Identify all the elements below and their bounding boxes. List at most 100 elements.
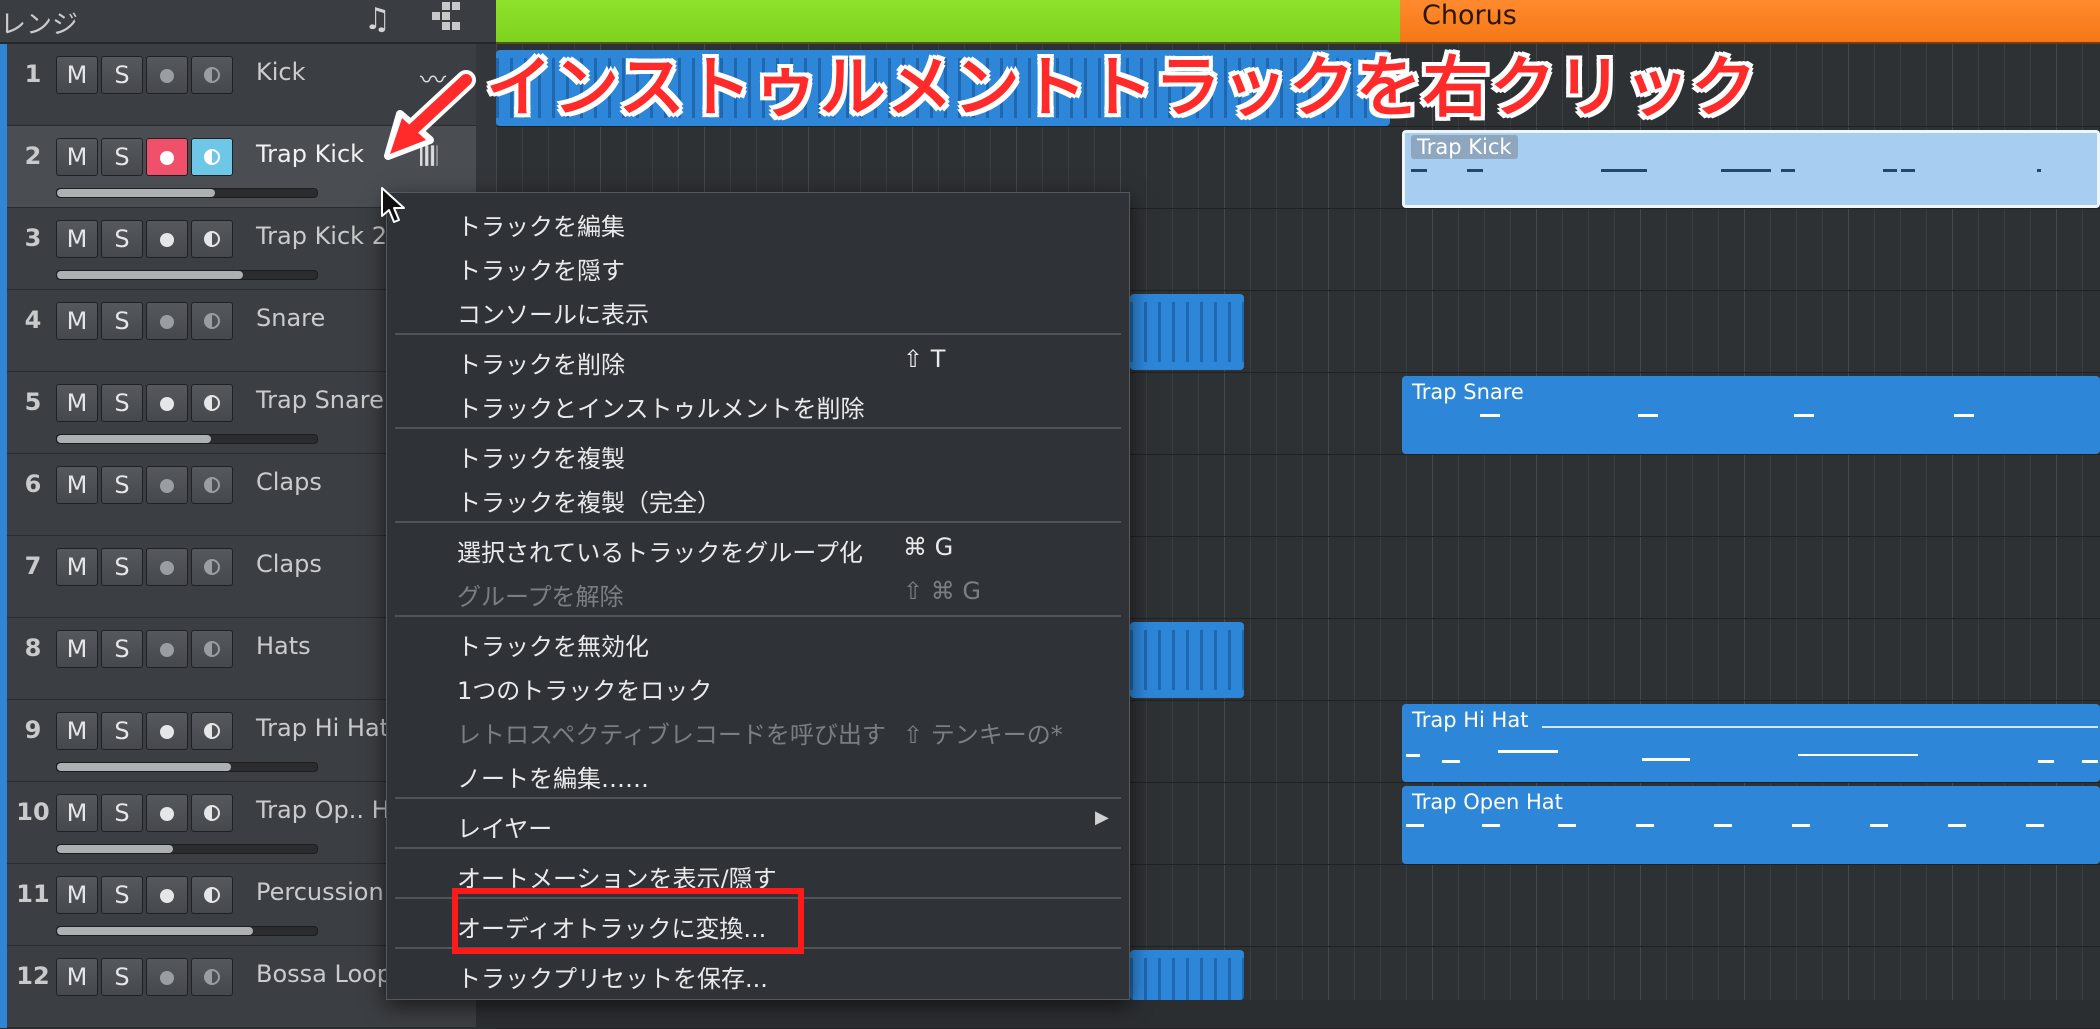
record-button[interactable] [146, 630, 188, 668]
clip-label: Trap Hi Hat [1412, 708, 1529, 732]
volume-slider[interactable] [56, 926, 318, 936]
solo-button[interactable]: S [101, 958, 143, 996]
menu-item-edit-track[interactable]: トラックを編集 [457, 207, 625, 242]
clip-hats[interactable] [1130, 622, 1244, 698]
mute-button[interactable]: M [56, 630, 98, 668]
grid-line [1354, 44, 1355, 1000]
track-name: Trap Op.. H [256, 796, 390, 824]
record-button[interactable] [146, 220, 188, 258]
music-note-icon[interactable]: ♫ [364, 2, 391, 37]
record-button[interactable] [146, 302, 188, 340]
volume-slider[interactable] [56, 270, 318, 280]
mute-button[interactable]: M [56, 548, 98, 586]
track-name: Trap Snare [256, 386, 384, 414]
monitor-button[interactable] [191, 138, 233, 176]
record-button[interactable] [146, 712, 188, 750]
solo-button[interactable]: S [101, 302, 143, 340]
menu-item-duplicate-track[interactable]: トラックを複製 [457, 439, 625, 474]
track-name: Claps [256, 468, 322, 496]
mute-button[interactable]: M [56, 466, 98, 504]
track-name: Trap Hi Hat [256, 714, 390, 742]
mute-button[interactable]: M [56, 958, 98, 996]
track-number: 9 [24, 716, 42, 744]
volume-slider[interactable] [56, 434, 318, 444]
track-name: Snare [256, 304, 326, 332]
menu-item-lock-track[interactable]: 1つのトラックをロック [457, 671, 712, 706]
clip-snare[interactable] [1130, 294, 1244, 370]
monitor-button[interactable] [191, 630, 233, 668]
volume-slider[interactable] [56, 762, 318, 772]
solo-button[interactable]: S [101, 138, 143, 176]
monitor-button[interactable] [191, 302, 233, 340]
record-button[interactable] [146, 794, 188, 832]
monitor-icon [204, 559, 220, 575]
menu-item-edit-notes[interactable]: ノートを編集…… [457, 759, 649, 794]
record-button[interactable] [146, 876, 188, 914]
mute-button[interactable]: M [56, 876, 98, 914]
mute-button[interactable]: M [56, 138, 98, 176]
record-button[interactable] [146, 138, 188, 176]
solo-button[interactable]: S [101, 630, 143, 668]
clip-bossa-loop[interactable] [1130, 950, 1244, 1000]
track-color-bar [0, 290, 7, 372]
menu-item-save-track-preset[interactable]: トラックプリセットを保存... [457, 959, 768, 994]
mute-button[interactable]: M [56, 56, 98, 94]
menu-separator [395, 427, 1121, 429]
solo-button[interactable]: S [101, 794, 143, 832]
clip-label: Trap Kick [1411, 135, 1518, 159]
clip-trap-open-hat[interactable]: Trap Open Hat [1402, 786, 2100, 864]
volume-slider[interactable] [56, 844, 318, 854]
menu-item-show-in-console[interactable]: コンソールに表示 [457, 295, 649, 330]
solo-button[interactable]: S [101, 56, 143, 94]
solo-button[interactable]: S [101, 220, 143, 258]
monitor-button[interactable] [191, 56, 233, 94]
clip-trap-hi-hat[interactable]: Trap Hi Hat [1402, 704, 2100, 782]
record-button[interactable] [146, 466, 188, 504]
grid-line [1198, 44, 1199, 1000]
solo-button[interactable]: S [101, 712, 143, 750]
grid-line [1224, 44, 1225, 1000]
menu-item-layer[interactable]: レイヤー [457, 809, 552, 844]
solo-button[interactable]: S [101, 384, 143, 422]
clip-trap-kick[interactable]: Trap Kick [1402, 130, 2100, 208]
grid-icon[interactable] [432, 2, 462, 32]
record-icon [160, 233, 174, 247]
solo-button[interactable]: S [101, 466, 143, 504]
solo-button[interactable]: S [101, 876, 143, 914]
monitor-button[interactable] [191, 220, 233, 258]
grid-line [1276, 44, 1277, 1000]
track-number: 10 [16, 798, 50, 826]
track-color-bar [0, 44, 7, 126]
monitor-button[interactable] [191, 794, 233, 832]
monitor-icon [204, 395, 220, 411]
monitor-button[interactable] [191, 958, 233, 996]
record-button[interactable] [146, 548, 188, 586]
mute-button[interactable]: M [56, 384, 98, 422]
mute-button[interactable]: M [56, 712, 98, 750]
menu-item-duplicate-full[interactable]: トラックを複製（完全） [457, 483, 721, 518]
volume-slider[interactable] [56, 188, 318, 198]
record-button[interactable] [146, 384, 188, 422]
record-button[interactable] [146, 56, 188, 94]
menu-item-disable-track[interactable]: トラックを無効化 [457, 627, 649, 662]
clip-trap-snare[interactable]: Trap Snare [1402, 376, 2100, 454]
menu-item-group-selected[interactable]: 選択されているトラックをグループ化 [457, 533, 863, 568]
submenu-arrow-icon: ▶ [1095, 807, 1109, 828]
monitor-button[interactable] [191, 466, 233, 504]
menu-item-delete-track[interactable]: トラックを削除 [457, 345, 625, 380]
record-button[interactable] [146, 958, 188, 996]
mute-button[interactable]: M [56, 794, 98, 832]
mute-button[interactable]: M [56, 220, 98, 258]
menu-item-hide-track[interactable]: トラックを隠す [457, 251, 625, 286]
monitor-button[interactable] [191, 548, 233, 586]
track-name: Kick [256, 58, 306, 86]
monitor-button[interactable] [191, 384, 233, 422]
monitor-button[interactable] [191, 876, 233, 914]
monitor-button[interactable] [191, 712, 233, 750]
menu-item-delete-track-instrument[interactable]: トラックとインストゥルメントを削除 [457, 389, 865, 424]
solo-button[interactable]: S [101, 548, 143, 586]
monitor-icon [204, 887, 220, 903]
mute-button[interactable]: M [56, 302, 98, 340]
record-icon [160, 315, 174, 329]
track-color-bar [0, 208, 7, 290]
